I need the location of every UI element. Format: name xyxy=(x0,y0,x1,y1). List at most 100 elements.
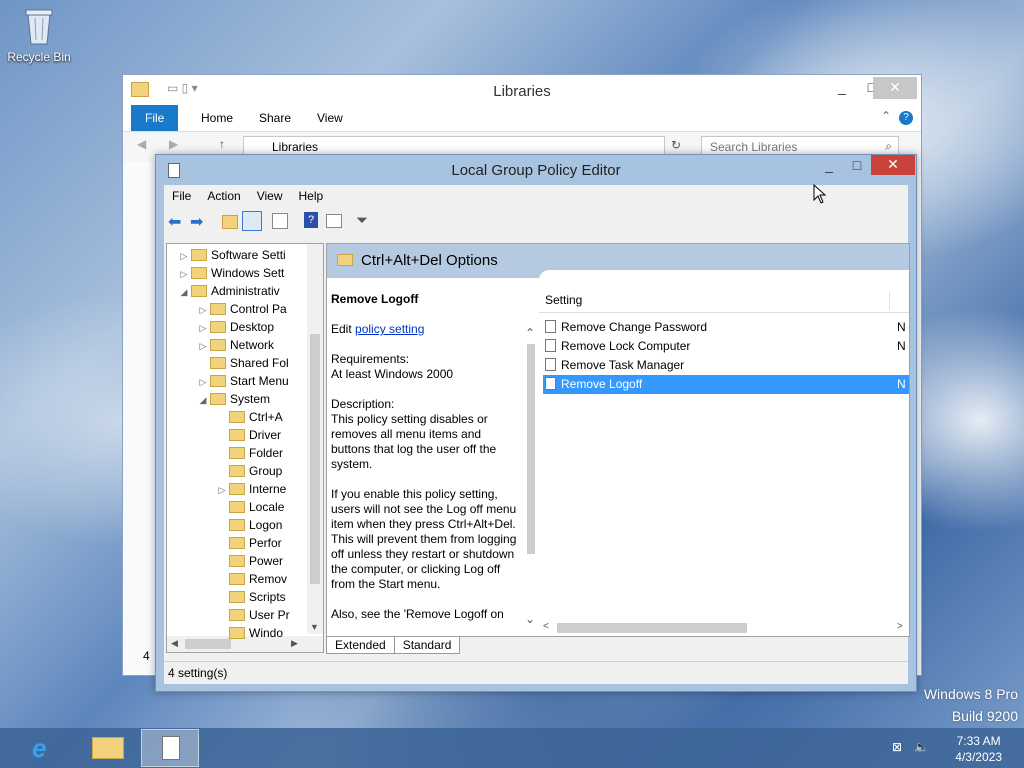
list-header[interactable]: Setting xyxy=(539,292,909,313)
column-divider[interactable] xyxy=(889,292,890,310)
tree-item[interactable]: ▷ Start Menu xyxy=(200,372,289,390)
tree-item[interactable]: ◢ Administrativ xyxy=(181,282,280,300)
back-icon[interactable]: ◀ xyxy=(137,137,146,151)
tab-standard[interactable]: Standard xyxy=(393,637,461,654)
network-icon[interactable]: ⊠ xyxy=(892,740,908,756)
expand-arrow-icon[interactable]: ▷ xyxy=(177,247,191,265)
tree-vertical-scrollbar[interactable]: ▼ xyxy=(307,244,323,634)
tree-item[interactable]: Folder xyxy=(229,444,283,462)
close-button[interactable]: ✕ xyxy=(873,77,917,99)
tree-item[interactable]: Perfor xyxy=(229,534,282,552)
minimize-button[interactable]: _ xyxy=(827,77,857,99)
properties-icon[interactable] xyxy=(326,214,342,228)
tab-file[interactable]: File xyxy=(131,105,179,131)
tree-item-label: System xyxy=(230,392,271,406)
forward-arrow-icon[interactable]: ➡ xyxy=(190,212,208,231)
policy-editor-taskbar-button[interactable] xyxy=(141,729,199,767)
gpe-close-button[interactable]: ✕ xyxy=(871,155,915,175)
setting-row[interactable]: Remove Logoff N xyxy=(543,375,909,394)
scroll-down-icon[interactable]: ▼ xyxy=(310,622,319,632)
scroll-right-icon[interactable]: > xyxy=(897,621,903,632)
setting-row[interactable]: Remove Task Manager xyxy=(543,356,909,375)
gpe-window[interactable]: Local Group Policy Editor _ □ ✕ File Acti… xyxy=(155,154,917,692)
tree-item[interactable]: ▷ Interne xyxy=(219,480,287,498)
setting-row[interactable]: Remove Lock Computer N xyxy=(543,337,909,356)
tree-item[interactable]: Locale xyxy=(229,498,284,516)
show-hide-tree-icon[interactable] xyxy=(242,211,262,231)
filter-icon[interactable]: ⏷ xyxy=(356,212,374,230)
tree-item[interactable]: ◢ System xyxy=(200,390,271,408)
list-hscroll-thumb[interactable] xyxy=(557,623,747,633)
expand-arrow-icon[interactable]: ◢ xyxy=(177,283,191,301)
edit-policy-link[interactable]: policy setting xyxy=(355,322,424,336)
tree-scroll-thumb[interactable] xyxy=(310,334,320,584)
expand-arrow-icon[interactable]: ▷ xyxy=(215,481,229,499)
refresh-icon[interactable]: ↻ xyxy=(671,138,681,152)
search-icon[interactable]: ⌕ xyxy=(885,139,892,154)
tree-item[interactable]: Power xyxy=(229,552,283,570)
scroll-up-icon[interactable]: ⌃ xyxy=(525,326,535,340)
expand-arrow-icon[interactable]: ▷ xyxy=(196,337,210,355)
menu-file[interactable]: File xyxy=(164,185,199,203)
tree-item[interactable]: ▷ Windows Sett xyxy=(181,264,285,282)
tree-view[interactable]: ▼ ◀ ▶ ▷ Software Setti ▷ Windows Sett ◢ Admin… xyxy=(166,243,324,653)
tab-view[interactable]: View xyxy=(303,105,357,131)
tree-item[interactable]: Shared Fol xyxy=(210,354,289,372)
tree-item[interactable]: Ctrl+A xyxy=(229,408,283,426)
expand-arrow-icon[interactable]: ▷ xyxy=(196,319,210,337)
scroll-right-icon[interactable]: ▶ xyxy=(291,638,298,649)
folder-icon xyxy=(337,254,353,266)
expand-arrow-icon[interactable]: ▷ xyxy=(177,265,191,283)
internet-explorer-button[interactable]: e xyxy=(18,729,76,767)
folder-icon xyxy=(210,303,226,315)
gpe-title: Local Group Policy Editor xyxy=(451,162,621,179)
file-explorer-button[interactable] xyxy=(80,729,138,767)
scroll-left-icon[interactable]: < xyxy=(543,621,549,632)
tree-item[interactable]: User Pr xyxy=(229,606,290,624)
up-folder-icon[interactable] xyxy=(222,215,238,229)
tree-item[interactable]: Windo xyxy=(229,624,283,642)
tree-item[interactable]: ▷ Software Setti xyxy=(181,246,286,264)
settings-list[interactable]: Setting < > Remove Change Password N Remov… xyxy=(539,278,909,636)
menu-view[interactable]: View xyxy=(249,185,291,203)
policy-setting-icon xyxy=(545,377,556,390)
volume-muted-icon[interactable]: 🔈 xyxy=(914,740,930,756)
tree-item[interactable]: Logon xyxy=(229,516,282,534)
expand-arrow-icon[interactable]: ▷ xyxy=(196,373,210,391)
expand-arrow-icon[interactable]: ▷ xyxy=(196,301,210,319)
chevron-up-icon[interactable]: ⌃ xyxy=(881,109,891,123)
tree-item[interactable]: ▷ Control Pa xyxy=(200,300,287,318)
back-arrow-icon[interactable]: ⬅ xyxy=(168,212,186,231)
tab-home[interactable]: Home xyxy=(187,105,247,131)
tree-item[interactable]: Scripts xyxy=(229,588,286,606)
up-icon[interactable]: ↑ xyxy=(219,137,225,151)
tree-item[interactable]: ▷ Network xyxy=(200,336,274,354)
explorer-titlebar[interactable]: ▭ ▯ ▾ Libraries _ □ ✕ xyxy=(123,75,921,105)
clock[interactable]: 7:33 AM 4/3/2023 xyxy=(955,733,1002,765)
menu-help[interactable]: Help xyxy=(291,185,332,203)
recycle-bin-icon[interactable]: Recycle Bin xyxy=(6,6,72,64)
help-icon[interactable]: ? xyxy=(899,111,913,125)
description-scroll-thumb[interactable] xyxy=(527,344,535,554)
tab-share[interactable]: Share xyxy=(245,105,305,131)
gpe-titlebar[interactable]: Local Group Policy Editor _ □ ✕ xyxy=(156,155,916,185)
menu-action[interactable]: Action xyxy=(199,185,248,203)
forward-icon[interactable]: ▶ xyxy=(169,137,178,151)
tree-hscroll-thumb[interactable] xyxy=(185,639,231,649)
gpe-minimize-button[interactable]: _ xyxy=(814,155,844,177)
gpe-maximize-button[interactable]: □ xyxy=(842,155,872,177)
export-list-icon[interactable] xyxy=(272,213,288,229)
tree-item[interactable]: Group xyxy=(229,462,282,480)
scroll-left-icon[interactable]: ◀ xyxy=(171,638,178,649)
expand-arrow-icon[interactable]: ◢ xyxy=(196,391,210,409)
tree-item[interactable]: Driver xyxy=(229,426,281,444)
tab-extended[interactable]: Extended xyxy=(326,637,395,654)
help-icon[interactable]: ? xyxy=(304,212,318,228)
tree-item[interactable]: Remov xyxy=(229,570,287,588)
scroll-down-icon[interactable]: ⌄ xyxy=(525,612,535,626)
description-scrollbar[interactable]: ⌃ ⌄ xyxy=(523,326,539,626)
column-setting[interactable]: Setting xyxy=(545,293,582,307)
setting-row[interactable]: Remove Change Password N xyxy=(543,318,909,337)
list-horizontal-scrollbar[interactable]: < > xyxy=(539,620,909,636)
tree-item[interactable]: ▷ Desktop xyxy=(200,318,275,336)
